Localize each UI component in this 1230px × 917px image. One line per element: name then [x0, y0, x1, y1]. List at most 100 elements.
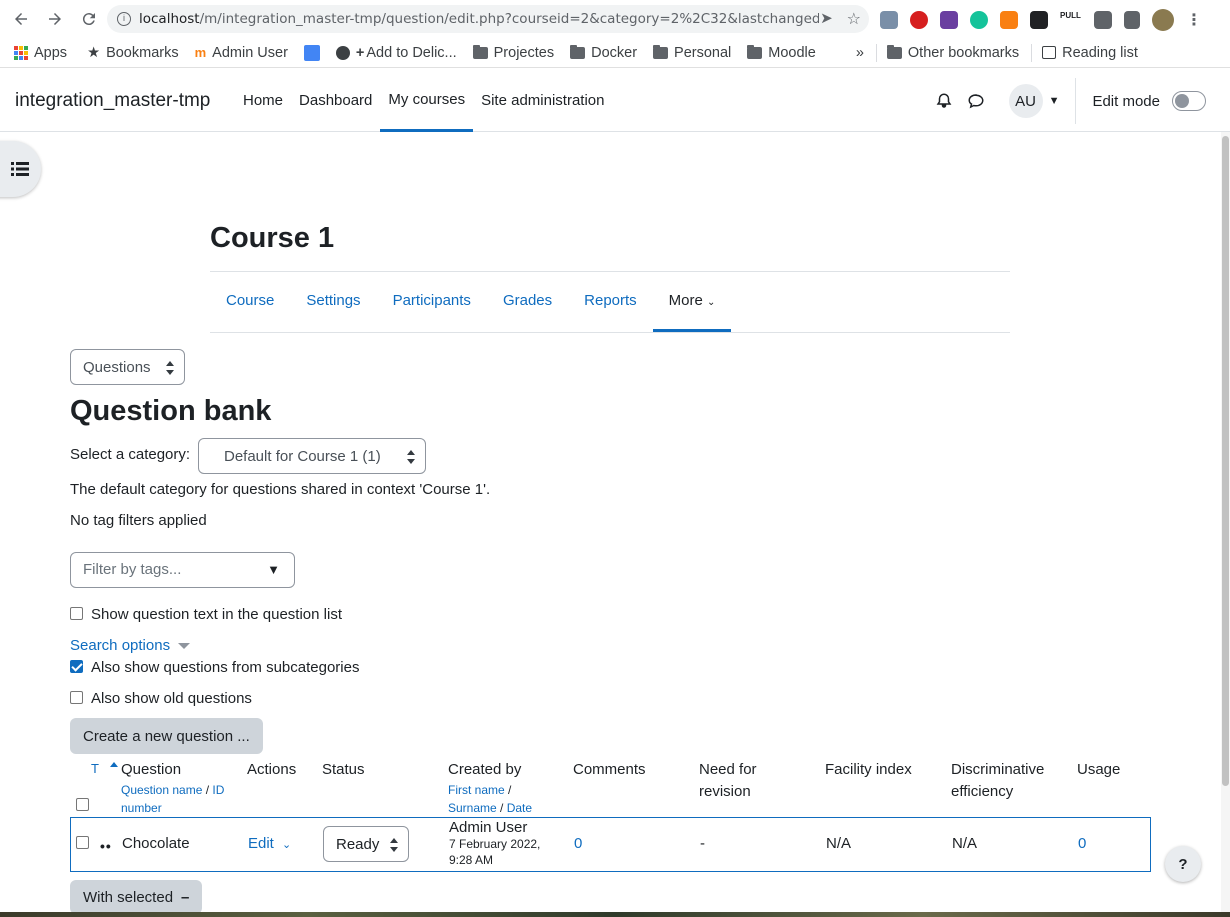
bookmarks-bar: Apps ★ Bookmarks m Admin User + Add to De… [0, 38, 1230, 68]
moodle-navbar: integration_master-tmp Home Dashboard My… [0, 70, 1230, 132]
comments-count-link[interactable]: 0 [574, 835, 582, 852]
tab-grades[interactable]: Grades [487, 272, 568, 332]
site-brand[interactable]: integration_master-tmp [15, 90, 210, 112]
media-icon[interactable] [1124, 11, 1140, 29]
old-questions-checkbox[interactable] [70, 691, 83, 704]
address-bar[interactable]: i localhost/m/integration_master-tmp/que… [107, 5, 869, 33]
bookmark-bookmarks[interactable]: ★ Bookmarks [87, 45, 179, 61]
tab-more[interactable]: More ⌄ [652, 272, 732, 332]
colorzilla-extension-icon[interactable] [940, 11, 958, 29]
tab-course[interactable]: Course [210, 272, 290, 332]
info-icon[interactable]: i [117, 12, 131, 26]
bookmark-moodle[interactable]: Moodle [747, 44, 816, 61]
sort-first-name[interactable]: First name [448, 783, 505, 797]
tab-participants[interactable]: Participants [377, 272, 487, 332]
column-sort-created-by[interactable]: First name / Surname / Date [448, 781, 558, 817]
nav-home[interactable]: Home [235, 70, 291, 132]
column-header-created-by: Created by [448, 761, 522, 778]
url-host: localhost [139, 11, 200, 27]
filter-by-tags-input[interactable]: Filter by tags... ▼ [70, 552, 295, 588]
sort-surname[interactable]: Surname [448, 801, 497, 815]
kebab-menu-icon[interactable]: ⋮ [1186, 10, 1202, 30]
star-icon[interactable]: ☆ [847, 9, 861, 29]
question-status-select[interactable]: Ready [323, 826, 409, 862]
nav-site-administration[interactable]: Site administration [473, 70, 612, 132]
page-scrollbar[interactable] [1221, 132, 1230, 917]
reload-icon[interactable] [74, 4, 104, 34]
scrollbar-thumb[interactable] [1222, 136, 1229, 786]
profile-avatar-icon[interactable] [1152, 9, 1174, 31]
select-all-checkbox[interactable] [76, 798, 89, 811]
plus-icon: + [355, 44, 365, 61]
user-avatar[interactable]: AU [1008, 84, 1043, 118]
url-path: /m/integration_master-tmp/question/edit.… [199, 11, 819, 27]
translate-icon [303, 44, 320, 61]
edit-actions-menu[interactable]: Edit ⌄ [248, 835, 291, 852]
bookmark-personal[interactable]: Personal [653, 44, 731, 61]
table-row[interactable] [70, 817, 1151, 872]
bookmark-projectes[interactable]: Projectes [472, 44, 554, 61]
bookmark-docker[interactable]: Docker [570, 44, 637, 61]
course-index-drawer-button[interactable] [0, 141, 41, 197]
bookmark-admin-user[interactable]: m Admin User [195, 45, 288, 61]
forward-icon[interactable] [40, 4, 70, 34]
row-select-checkbox[interactable] [76, 836, 89, 849]
eyedropper-extension-icon[interactable] [880, 11, 898, 29]
sort-question-name[interactable]: Question name [121, 783, 202, 797]
search-options-toggle[interactable]: Search options [70, 637, 191, 654]
column-header-need-revision: Need for revision [699, 761, 757, 800]
subcategories-checkbox[interactable] [70, 660, 83, 673]
creator-name: Admin User [449, 819, 528, 836]
bookmark-apps[interactable]: Apps [14, 45, 67, 61]
sort-ascending-icon [110, 762, 118, 767]
category-description: The default category for questions share… [70, 481, 491, 498]
nav-my-courses[interactable]: My courses [380, 70, 474, 132]
nav-dashboard[interactable]: Dashboard [291, 70, 380, 132]
dropdown-triangle-icon: ▼ [267, 562, 280, 577]
send-icon[interactable]: ➤ [820, 9, 833, 29]
bookmark-other-bookmarks[interactable]: Other bookmarks [886, 44, 1019, 61]
category-select[interactable]: Default for Course 1 (1) [198, 438, 426, 474]
bookmark-delicious[interactable]: + Add to Delic... [335, 44, 457, 61]
pull-extension-icon[interactable]: PULL [1060, 11, 1082, 29]
tab-settings[interactable]: Settings [290, 272, 376, 332]
moodle-extension-icon[interactable] [1000, 11, 1018, 29]
page-heading: Question bank [70, 395, 272, 427]
help-button[interactable]: ? [1165, 846, 1201, 882]
extensions-bar: PULL ⋮ [880, 9, 1202, 31]
window-extension-icon[interactable] [1030, 11, 1048, 29]
reading-list-button[interactable]: Reading list [1042, 45, 1138, 61]
create-new-question-button[interactable]: Create a new question ... [70, 718, 263, 754]
ublock-extension-icon[interactable] [910, 11, 928, 29]
folder-icon [472, 44, 488, 59]
question-bank-nav-select[interactable]: Questions [70, 349, 185, 385]
show-question-text-checkbox[interactable] [70, 607, 83, 620]
primary-navigation: Home Dashboard My courses Site administr… [235, 70, 613, 132]
bookmarks-overflow-button[interactable]: » [856, 45, 864, 61]
created-time: 9:28 AM [449, 853, 494, 867]
grammarly-extension-icon[interactable] [970, 11, 988, 29]
chevron-down-icon: ⌄ [707, 297, 716, 308]
edit-mode-toggle[interactable] [1172, 91, 1206, 111]
tab-reports[interactable]: Reports [568, 272, 653, 332]
back-icon[interactable] [6, 4, 36, 34]
column-sort-question-name-id[interactable]: Question name / ID number [121, 781, 236, 817]
bookmark-translate[interactable] [303, 44, 320, 61]
with-selected-button[interactable]: With selected – [70, 880, 203, 914]
old-questions-label: Also show old questions [91, 690, 252, 707]
sort-date[interactable]: Date [507, 801, 532, 815]
category-label: Select a category: [70, 446, 191, 463]
puzzle-icon[interactable] [1094, 11, 1112, 29]
select-arrows-icon [407, 450, 415, 464]
course-secondary-navigation: Course Settings Participants Grades Repo… [210, 271, 1010, 333]
column-header-type[interactable]: T [91, 758, 99, 780]
discriminative-value: N/A [952, 835, 978, 852]
notifications-bell-icon[interactable] [935, 92, 953, 110]
folder-icon [886, 44, 902, 59]
reading-list-icon [1042, 46, 1057, 59]
usage-count-link[interactable]: 0 [1078, 835, 1086, 852]
column-header-comments: Comments [573, 761, 646, 778]
column-header-usage: Usage [1077, 761, 1121, 778]
messages-chat-icon[interactable] [967, 92, 985, 110]
user-menu-chevron-down-icon[interactable]: ▼ [1049, 95, 1060, 107]
